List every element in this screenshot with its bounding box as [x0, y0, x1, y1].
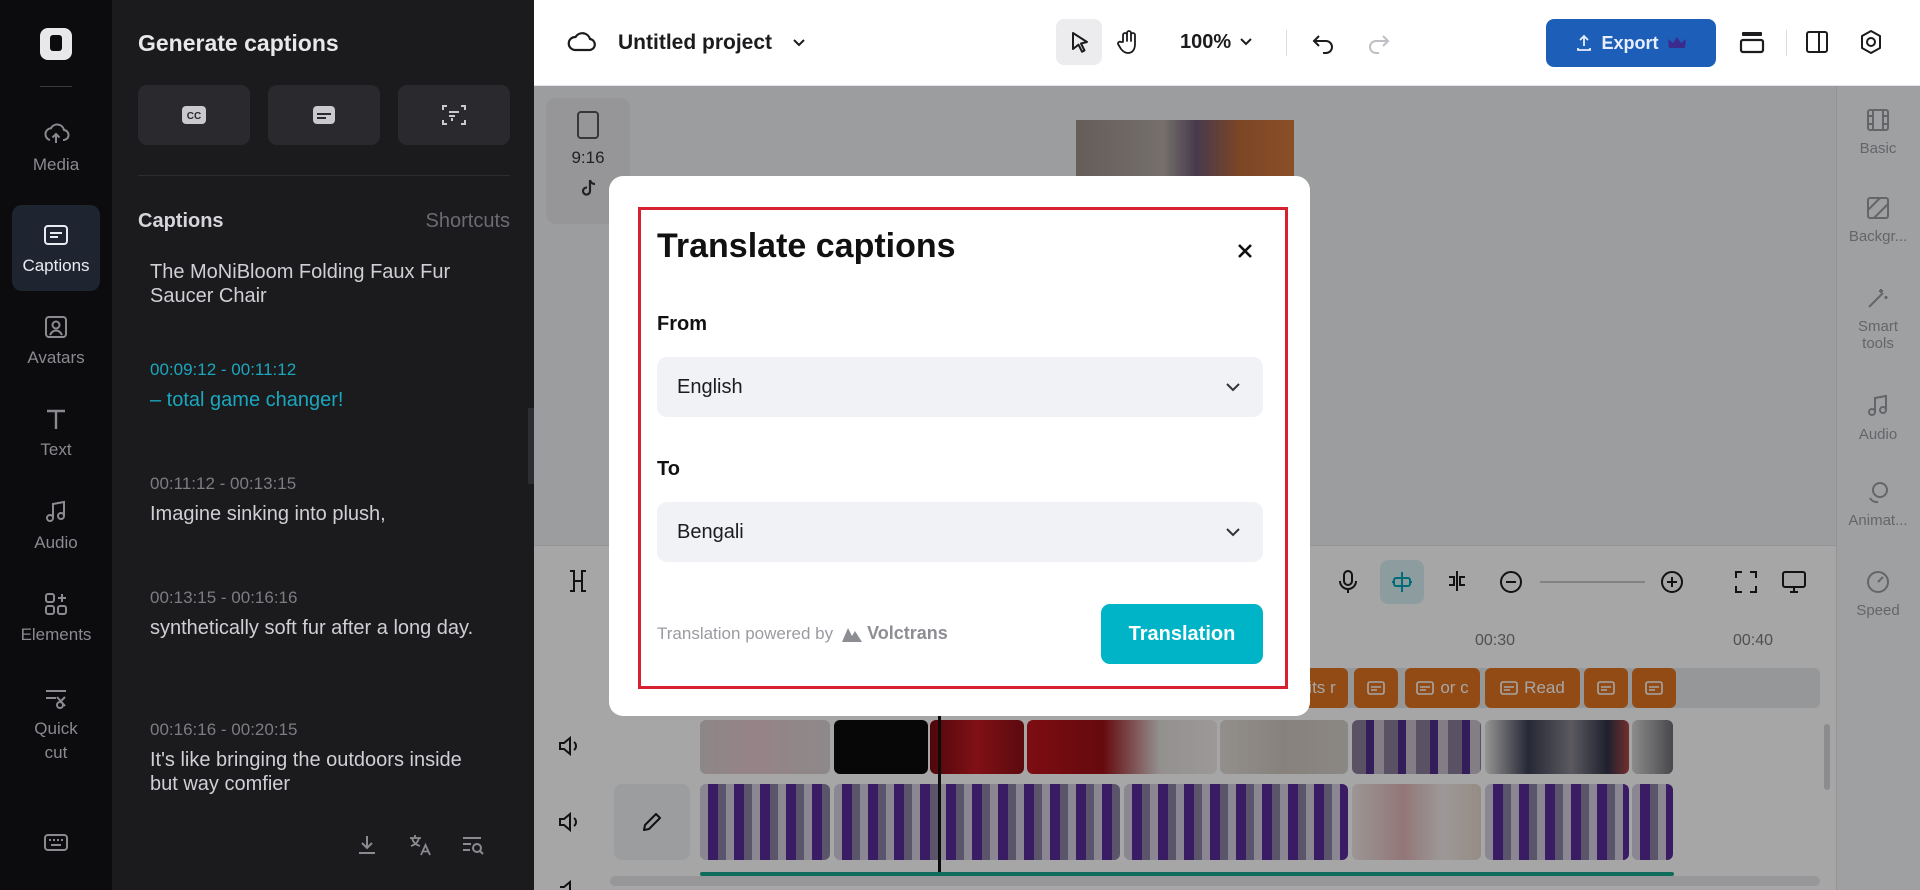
download-icon — [359, 836, 375, 854]
captions-panel: Generate captions CC Captions Shortcuts … — [113, 0, 534, 890]
hand-tool-icon[interactable] — [1116, 28, 1142, 56]
cc-icon: CC — [182, 106, 206, 124]
keyboard-icon[interactable] — [42, 828, 70, 856]
rail-label: Captions — [22, 256, 90, 275]
toolbar-divider — [1786, 30, 1787, 56]
search-captions-button[interactable] — [456, 828, 490, 862]
scan-text-icon — [442, 105, 466, 125]
caption-time: 00:16:16 - 00:20:15 — [150, 720, 298, 739]
cloud-icon[interactable] — [566, 28, 596, 56]
quick-cut-icon — [46, 690, 66, 709]
caption-text: The MoNiBloom Folding Faux Fur Saucer Ch… — [150, 261, 451, 307]
rail-item-text[interactable]: Text — [12, 405, 100, 473]
toolbar-divider — [1286, 30, 1287, 56]
close-icon — [1238, 244, 1252, 258]
caption-text: synthetically soft fur after a long day. — [150, 617, 474, 639]
powered-by-text: Translation powered by — [657, 623, 834, 643]
project-title[interactable]: Untitled project — [618, 31, 772, 55]
powered-by-note: Translation powered by Volctrans — [657, 623, 948, 644]
settings-gear-icon[interactable] — [1857, 28, 1885, 56]
elements-icon — [45, 593, 67, 615]
pointer-icon — [1072, 32, 1088, 53]
chevron-down-icon — [1226, 383, 1240, 392]
caption-text: – total game changer! — [150, 389, 344, 411]
panel-title: Generate captions — [138, 30, 339, 56]
to-label: To — [657, 458, 680, 480]
caption-text: Imagine sinking into plush, — [150, 503, 386, 525]
crown-icon — [1667, 37, 1686, 48]
export-button[interactable]: Export — [1546, 19, 1716, 67]
search-list-icon — [463, 837, 484, 855]
layers-icon[interactable] — [1738, 28, 1766, 56]
rail-label: Avatars — [27, 348, 85, 367]
caption-time: 00:11:12 - 00:13:15 — [150, 474, 297, 493]
rail-label: Text — [40, 440, 72, 459]
panel-divider — [138, 175, 510, 176]
manual-captions-button[interactable] — [268, 85, 380, 145]
captions-section-title: Captions — [138, 210, 224, 232]
caption-time: 00:09:12 - 00:11:12 — [150, 360, 297, 379]
rail-item-audio[interactable]: Audio — [12, 498, 100, 566]
rail-item-media[interactable]: Media — [12, 120, 100, 188]
download-button[interactable] — [350, 828, 384, 862]
captions-icon — [44, 225, 68, 245]
redo-icon[interactable] — [1366, 30, 1392, 54]
rail-divider — [40, 86, 72, 87]
to-language-value: Bengali — [677, 520, 744, 543]
caption-item[interactable]: 00:11:12 - 00:13:15 Imagine sinking into… — [150, 474, 490, 526]
volctrans-icon — [842, 627, 863, 642]
text-icon — [47, 409, 65, 429]
translate-button[interactable] — [403, 828, 437, 862]
upload-icon — [1577, 34, 1592, 51]
left-rail: Media Captions Avatars Text Audio Elemen… — [0, 0, 113, 890]
export-label: Export — [1601, 32, 1659, 53]
app-logo[interactable] — [40, 28, 72, 60]
music-note-icon — [46, 500, 65, 522]
chevron-down-icon[interactable] — [790, 34, 808, 52]
zoom-level[interactable]: 100% — [1180, 31, 1231, 54]
rail-label: Audio — [34, 533, 78, 552]
scan-captions-button[interactable] — [398, 85, 510, 145]
chevron-down-icon — [1226, 528, 1240, 537]
cloud-upload-icon — [44, 123, 70, 143]
undo-icon[interactable] — [1310, 30, 1336, 54]
translate-icon — [410, 835, 431, 856]
caption-item[interactable]: The MoNiBloom Folding Faux Fur Saucer Ch… — [150, 260, 490, 308]
rail-item-quick-cut[interactable]: Quick cut — [12, 684, 100, 776]
rail-item-captions[interactable]: Captions — [12, 205, 100, 291]
to-language-select[interactable]: Bengali — [657, 502, 1263, 562]
caption-text: It's like bringing the outdoors inside b… — [150, 749, 462, 795]
close-button[interactable] — [1228, 234, 1262, 268]
rail-label: Elements — [20, 625, 92, 644]
caption-item[interactable]: 00:16:16 - 00:20:15 It's like bringing t… — [150, 720, 490, 795]
caption-item[interactable]: 00:09:12 - 00:11:12 – total game changer… — [150, 360, 490, 412]
from-label: From — [657, 313, 707, 335]
caption-time: 00:13:15 - 00:16:16 — [150, 588, 298, 607]
rail-item-avatars[interactable]: Avatars — [12, 313, 100, 381]
auto-captions-button[interactable]: CC — [138, 85, 250, 145]
from-language-value: English — [677, 375, 743, 398]
rail-label: Quick cut — [34, 719, 78, 762]
avatar-icon — [45, 316, 67, 338]
shortcuts-link[interactable]: Shortcuts — [426, 210, 510, 233]
volctrans-logo: Volctrans — [841, 623, 948, 644]
translation-button[interactable]: Translation — [1101, 604, 1263, 664]
panel-toggle-icon[interactable] — [1804, 29, 1830, 55]
subtitle-icon — [313, 106, 335, 124]
caption-item[interactable]: 00:13:15 - 00:16:16 synthetically soft f… — [150, 588, 490, 640]
from-language-select[interactable]: English — [657, 357, 1263, 417]
rail-item-elements[interactable]: Elements — [12, 590, 100, 658]
chevron-down-icon[interactable] — [1238, 34, 1254, 50]
rail-label: Media — [32, 155, 80, 174]
svg-text:CC: CC — [187, 111, 201, 122]
dialog-title: Translate captions — [657, 227, 956, 265]
provider-name: Volctrans — [867, 623, 948, 643]
